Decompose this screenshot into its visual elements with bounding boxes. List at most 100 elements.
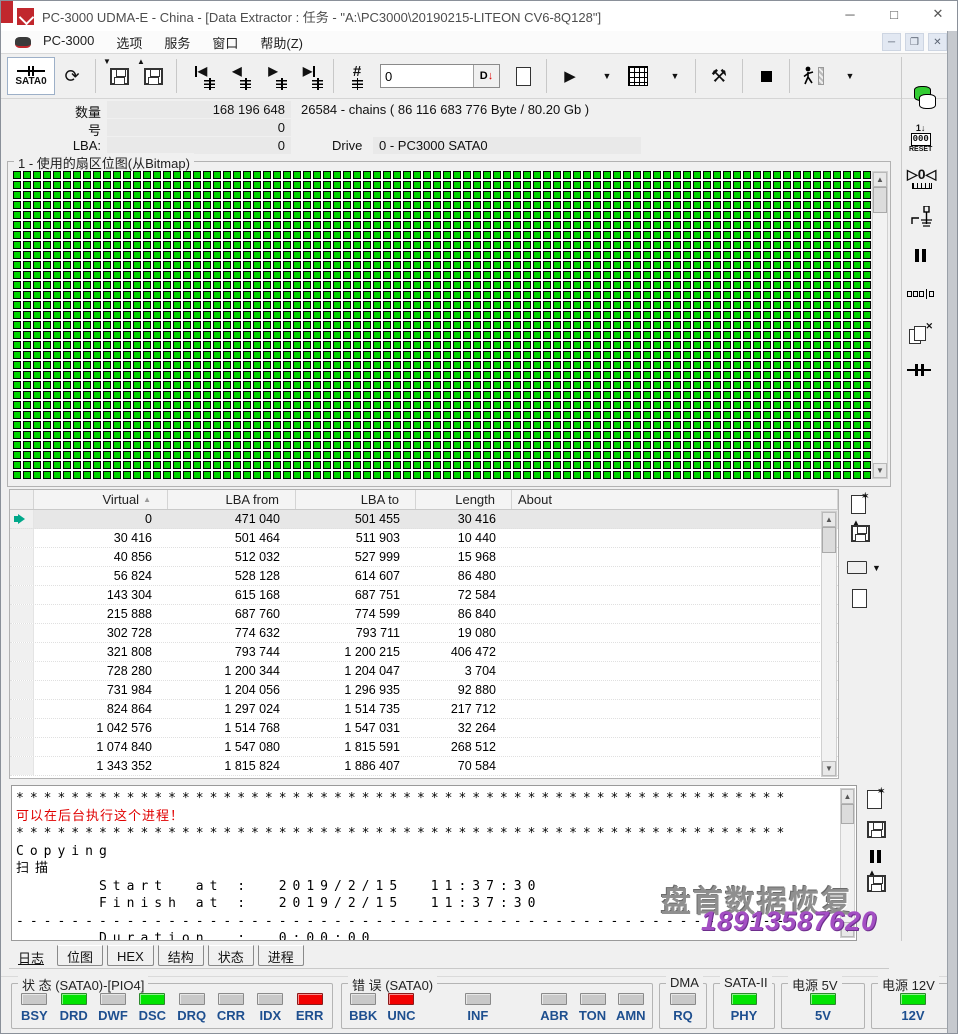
table-row[interactable]: 215 888 687 760 774 599 86 840 (10, 605, 838, 624)
cancel-copy-button[interactable]: ✕ (909, 321, 933, 344)
tab-进程[interactable]: 进程 (257, 945, 304, 966)
reset-counter-button[interactable]: 1↓ 000 RESET (909, 123, 932, 153)
scroll-up-button[interactable]: ▲ (822, 512, 836, 527)
scroll-up-button[interactable]: ▲ (841, 789, 854, 804)
maximize-button[interactable]: □ (879, 1, 909, 27)
new-log-button[interactable]: ✶ (867, 786, 885, 809)
close-button[interactable]: ✕ (923, 1, 953, 27)
run-mode-button[interactable] (796, 57, 830, 95)
row-selector-cell[interactable] (10, 586, 34, 604)
mdi-restore-button[interactable]: ❐ (905, 33, 924, 51)
scroll-thumb[interactable] (873, 187, 887, 213)
goto-sector-button[interactable]: # (340, 57, 374, 95)
mdi-close-button[interactable]: ✕ (928, 33, 947, 51)
menu-item-2[interactable]: 服务 (164, 33, 190, 52)
row-selector-cell[interactable] (10, 605, 34, 623)
skip-sectors-button[interactable] (907, 289, 934, 299)
table-row[interactable]: 321 808 793 744 1 200 215 406 472 (10, 643, 838, 662)
row-selector-cell[interactable] (10, 510, 34, 528)
load-map-button[interactable]: ▲ (136, 57, 170, 95)
table-row[interactable]: 30 416 501 464 511 903 10 440 (10, 529, 838, 548)
table-row[interactable]: 1 042 576 1 514 768 1 547 031 32 264 (10, 719, 838, 738)
map-options-dropdown[interactable]: ▼ (655, 57, 689, 95)
filter-results-button[interactable] (506, 57, 540, 95)
row-selector-cell[interactable] (10, 700, 34, 718)
column-header-lba-to[interactable]: LBA to (296, 490, 416, 509)
copy-data-button[interactable] (909, 86, 936, 109)
decimal-mode-button[interactable]: D ↓ (473, 65, 499, 87)
table-row[interactable]: 40 856 512 032 527 999 15 968 (10, 548, 838, 567)
table-row[interactable]: 731 984 1 204 056 1 296 935 92 880 (10, 681, 838, 700)
menu-item-1[interactable]: 选项 (116, 33, 142, 52)
recalibrate-button[interactable]: ▷0◁ (907, 166, 936, 189)
bitmap-scrollbar[interactable]: ▲ ▼ (872, 171, 888, 479)
table-row[interactable]: 302 728 774 632 793 711 19 080 (10, 624, 838, 643)
column-header-about[interactable]: About (512, 490, 838, 509)
connector-button[interactable] (907, 364, 931, 376)
stop-task-button[interactable] (749, 57, 783, 95)
first-sector-button[interactable]: ◀ (183, 57, 219, 95)
menu-item-4[interactable]: 帮助(Z) (260, 33, 303, 52)
start-task-button[interactable]: ▶ (553, 57, 587, 95)
column-header-virtual[interactable]: Virtual ▲ (34, 490, 168, 509)
column-header-lba-from[interactable]: LBA from (168, 490, 296, 509)
pause-log-button[interactable] (870, 850, 881, 863)
row-selector-cell[interactable] (10, 662, 34, 680)
sata-port-button[interactable]: SATA0 (7, 57, 55, 95)
row-selector-cell[interactable] (10, 738, 34, 756)
new-map-button[interactable]: ✶ (851, 491, 869, 514)
minimize-button[interactable]: ─ (835, 1, 865, 27)
row-selector-cell[interactable] (10, 681, 34, 699)
row-selector-cell[interactable] (10, 567, 34, 585)
table-row[interactable]: 0 471 040 501 455 30 416 (10, 510, 838, 529)
refresh-task-button[interactable]: ⟳ (55, 57, 89, 95)
build-map-button[interactable] (621, 57, 655, 95)
menu-item-3[interactable]: 窗口 (212, 33, 238, 52)
save-chains-button[interactable]: ▲ (851, 518, 870, 542)
table-row[interactable]: 728 280 1 200 344 1 204 047 3 704 (10, 662, 838, 681)
row-selector-cell[interactable] (10, 757, 34, 775)
blank-report-button[interactable] (852, 589, 867, 608)
task-settings-button[interactable]: ⚒ (702, 57, 736, 95)
scroll-down-button[interactable]: ▼ (822, 761, 836, 776)
scroll-thumb[interactable] (841, 804, 854, 824)
open-chains-button[interactable]: ▼ (847, 561, 881, 574)
start-options-dropdown[interactable]: ▼ (587, 57, 621, 95)
save-log-button[interactable] (867, 821, 886, 838)
menu-item-pc3000[interactable]: PC-3000 (43, 33, 94, 52)
row-selector-cell[interactable] (10, 719, 34, 737)
mdi-minimize-button[interactable]: ─ (882, 33, 901, 51)
scroll-down-button[interactable]: ▼ (873, 463, 887, 478)
head-test-button[interactable] (911, 206, 933, 230)
table-row[interactable]: 824 864 1 297 024 1 514 735 217 712 (10, 700, 838, 719)
last-sector-button[interactable]: ▶ (291, 57, 327, 95)
save-map-button[interactable]: ▼ (102, 57, 136, 95)
sector-number-input[interactable] (381, 65, 473, 87)
row-selector-cell[interactable] (10, 624, 34, 642)
tab-状态[interactable]: 状态 (207, 945, 254, 966)
column-header-length[interactable]: Length (416, 490, 512, 509)
table-row[interactable]: 1 343 352 1 815 824 1 886 407 70 584 (10, 757, 838, 776)
prev-sector-button[interactable]: ◀ (219, 57, 255, 95)
next-sector-button[interactable]: ▶ (255, 57, 291, 95)
tab-日志[interactable]: 日志 (9, 945, 53, 966)
tab-位图[interactable]: 位图 (57, 945, 104, 966)
row-selector-header[interactable] (10, 490, 34, 509)
table-row[interactable]: 56 824 528 128 614 607 86 480 (10, 567, 838, 586)
row-selector-cell[interactable] (10, 643, 34, 661)
row-selector-cell[interactable] (10, 548, 34, 566)
export-log-button[interactable]: ▲ (867, 868, 886, 892)
tab-结构[interactable]: 结构 (157, 945, 204, 966)
pause-process-button[interactable] (915, 249, 926, 262)
row-selector-cell[interactable] (10, 529, 34, 547)
table-row[interactable]: 143 304 615 168 687 751 72 584 (10, 586, 838, 605)
table-row[interactable]: 1 074 840 1 547 080 1 815 591 268 512 (10, 738, 838, 757)
table-scrollbar[interactable]: ▲ ▼ (821, 511, 837, 777)
tab-HEX[interactable]: HEX (107, 945, 154, 966)
sector-bitmap[interactable] (13, 171, 871, 479)
bitmap-cell (143, 411, 151, 419)
run-mode-dropdown[interactable]: ▼ (830, 57, 864, 95)
scroll-thumb[interactable] (822, 527, 836, 553)
bitmap-cell (683, 221, 691, 229)
scroll-up-button[interactable]: ▲ (873, 172, 887, 187)
